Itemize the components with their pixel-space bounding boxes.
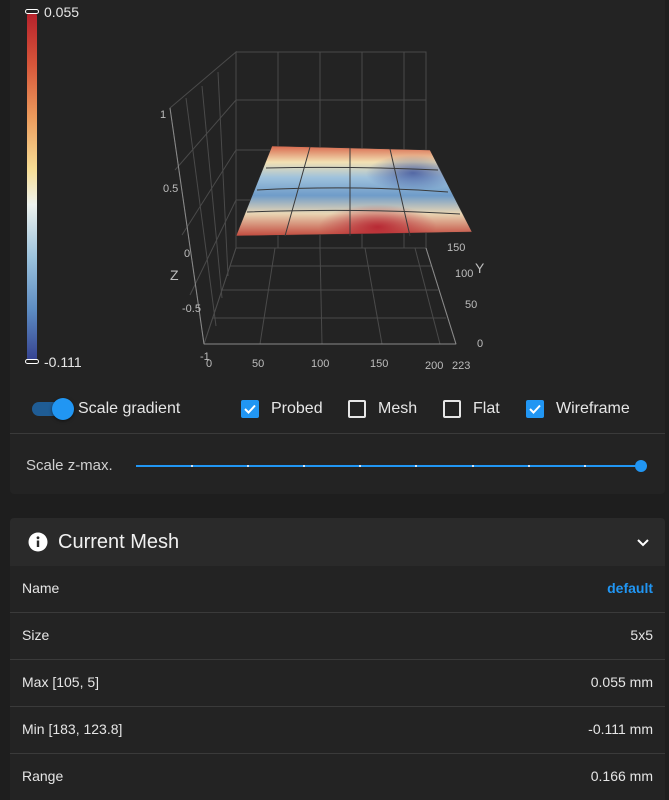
floor-grid bbox=[203, 247, 457, 345]
mesh-row-value: 0.166 mm bbox=[590, 768, 653, 784]
z-axis-title: Z bbox=[170, 267, 179, 283]
mesh-row-max: Max [105, 5] 0.055 mm bbox=[10, 659, 665, 706]
mesh-visualization-card: 0.055 -0.111 1 0.5 0 -0.5 -1 Z 0 50 100 … bbox=[10, 0, 665, 494]
wireframe-checkbox[interactable]: Wireframe bbox=[526, 393, 630, 425]
mesh-row-key: Range bbox=[22, 768, 64, 784]
checkbox-unchecked-icon[interactable] bbox=[443, 400, 461, 418]
toggle-knob[interactable] bbox=[52, 398, 74, 420]
mesh-row-range: Range 0.166 mm bbox=[10, 753, 665, 800]
divider bbox=[10, 433, 665, 434]
mesh-surface bbox=[235, 145, 473, 237]
scale-zmax-slider-row: Scale z-max. bbox=[10, 444, 665, 488]
z-tick-0: 0 bbox=[184, 248, 190, 260]
mesh-row-key: Size bbox=[22, 627, 50, 643]
mesh-row-value: 0.055 mm bbox=[590, 674, 653, 690]
current-mesh-card: Current Mesh Name default Size 5x5 Max [… bbox=[10, 518, 665, 800]
mesh-row-value: -0.111 mm bbox=[588, 721, 653, 737]
flat-checkbox[interactable]: Flat bbox=[443, 393, 500, 425]
mesh-name-link[interactable]: default bbox=[607, 580, 653, 596]
slider-tick bbox=[247, 465, 249, 467]
info-icon bbox=[28, 532, 48, 552]
slider-tick bbox=[191, 465, 193, 467]
scale-gradient-toggle[interactable]: Scale gradient bbox=[32, 393, 180, 425]
y-tick-50: 50 bbox=[465, 299, 477, 311]
mesh-row-value: 5x5 bbox=[630, 627, 653, 643]
x-tick-223: 223 bbox=[452, 360, 470, 372]
mesh-row-size: Size 5x5 bbox=[10, 612, 665, 659]
toggle-switch[interactable] bbox=[32, 398, 74, 420]
x-tick-150: 150 bbox=[370, 358, 388, 370]
slider-tick bbox=[472, 465, 474, 467]
checkbox-unchecked-icon[interactable] bbox=[348, 400, 366, 418]
y-tick-100: 100 bbox=[455, 268, 473, 280]
slider-tick bbox=[528, 465, 530, 467]
slider-thumb[interactable] bbox=[635, 460, 647, 472]
probed-label: Probed bbox=[271, 400, 323, 417]
mesh-row-key: Max [105, 5] bbox=[22, 674, 100, 690]
slider-tick bbox=[303, 465, 305, 467]
mesh-row-name: Name default bbox=[10, 566, 665, 613]
x-tick-100: 100 bbox=[311, 358, 329, 370]
x-tick-0: 0 bbox=[206, 358, 212, 370]
slider-track[interactable] bbox=[136, 465, 641, 467]
mesh-label: Mesh bbox=[378, 400, 418, 417]
slider-tick bbox=[415, 465, 417, 467]
z-tick-neg0.5: -0.5 bbox=[182, 303, 201, 315]
checkbox-checked-icon[interactable] bbox=[241, 400, 259, 418]
scale-zmax-label: Scale z-max. bbox=[26, 457, 113, 474]
slider-tick bbox=[359, 465, 361, 467]
mesh-row-min: Min [183, 123.8] -0.111 mm bbox=[10, 706, 665, 753]
x-tick-200: 200 bbox=[425, 360, 443, 372]
chevron-down-icon[interactable] bbox=[635, 534, 651, 550]
z-tick-0.5: 0.5 bbox=[163, 183, 178, 195]
surface-plot-svg[interactable]: 1 0.5 0 -0.5 -1 Z 0 50 100 150 200 223 0… bbox=[10, 0, 665, 380]
x-tick-50: 50 bbox=[252, 358, 264, 370]
checkbox-checked-icon[interactable] bbox=[526, 400, 544, 418]
mesh-row-key: Name bbox=[22, 580, 60, 596]
wireframe-label: Wireframe bbox=[556, 400, 630, 417]
y-tick-0: 0 bbox=[477, 338, 483, 350]
visualization-controls: Scale gradient Probed Mesh Flat Wirefram… bbox=[10, 393, 665, 425]
scale-gradient-label: Scale gradient bbox=[78, 400, 181, 417]
mesh-checkbox[interactable]: Mesh bbox=[348, 393, 417, 425]
mesh-row-key: Min [183, 123.8] bbox=[22, 721, 123, 737]
slider-tick bbox=[584, 465, 586, 467]
y-axis-title: Y bbox=[475, 260, 485, 276]
current-mesh-title: Current Mesh bbox=[58, 531, 180, 553]
left-wall-grid bbox=[169, 50, 237, 345]
z-tick-1: 1 bbox=[160, 109, 166, 121]
mesh-3d-plot[interactable]: 0.055 -0.111 1 0.5 0 -0.5 -1 Z 0 50 100 … bbox=[10, 0, 665, 380]
probed-checkbox[interactable]: Probed bbox=[241, 393, 323, 425]
flat-label: Flat bbox=[473, 400, 500, 417]
y-tick-150: 150 bbox=[447, 242, 465, 254]
current-mesh-header[interactable]: Current Mesh bbox=[10, 518, 665, 566]
